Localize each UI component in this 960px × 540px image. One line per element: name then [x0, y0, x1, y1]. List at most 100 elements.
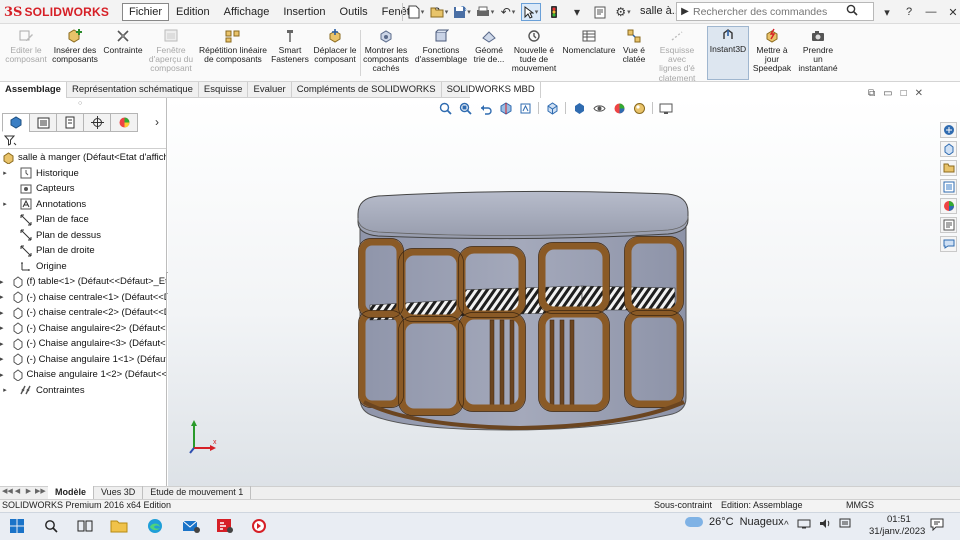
tree-item-capteurs[interactable]: Capteurs [0, 181, 166, 197]
component-preview-button[interactable]: Fenêtre d'aperçu du composant [146, 28, 196, 80]
tab-vues-3d[interactable]: Vues 3D [94, 486, 144, 499]
tab-addins[interactable]: Compléments de SOLIDWORKS [292, 82, 442, 98]
search-scope-icon[interactable]: ▶ [677, 6, 693, 17]
show-hidden-button[interactable]: Montrer les composants cachés [362, 28, 410, 80]
menu-affichage[interactable]: Affichage [217, 3, 277, 21]
file-explorer-icon[interactable] [940, 160, 957, 176]
bom-button[interactable]: Nomenclature [562, 28, 616, 80]
search-taskbar-icon[interactable] [40, 515, 62, 537]
exploded-view-button[interactable]: Vue é clatée [620, 28, 648, 80]
move-component-button[interactable]: Déplacer le composant [312, 28, 358, 80]
design-library-icon[interactable] [940, 141, 957, 157]
configuration-manager-tab-icon[interactable] [56, 113, 84, 132]
viewport-tile-icon[interactable]: ▭ [883, 88, 892, 99]
panel-resize-handle[interactable]: ○ [78, 100, 82, 107]
tree-item-origine[interactable]: Origine [0, 259, 166, 275]
solidworks-logo[interactable]: 3S SOLIDWORKS [4, 3, 109, 21]
dimxpert-tab-icon[interactable] [83, 113, 111, 132]
hide-show-items-icon[interactable] [592, 101, 606, 115]
expand-arrow-icon[interactable]: ▸ [0, 293, 4, 301]
tab-modele[interactable]: Modèle [48, 486, 95, 499]
search-icon[interactable] [843, 4, 861, 19]
view-orientation-icon[interactable] [545, 101, 559, 115]
linear-pattern-button[interactable]: Répétition linéaire de composants [198, 28, 268, 80]
tab-esquisse[interactable]: Esquisse [199, 82, 249, 98]
status-units[interactable]: MMGS [846, 500, 874, 510]
solidworks-taskbar-icon[interactable] [214, 515, 236, 537]
volume-icon[interactable] [819, 518, 831, 532]
expand-arrow-icon[interactable]: ▸ [0, 355, 4, 363]
print-icon[interactable]: ▾ [475, 3, 495, 21]
prev-tab-icon[interactable]: ◀ [13, 487, 22, 495]
instant3d-button[interactable]: Instant3D [707, 26, 749, 80]
section-view-icon[interactable] [498, 101, 512, 115]
update-speedpak-button[interactable]: Mettre à jour Speedpak [752, 28, 792, 80]
assembly-model[interactable] [350, 180, 696, 450]
display-style-icon[interactable] [572, 101, 586, 115]
undo-icon[interactable]: ↶ ▾ [498, 3, 518, 21]
file-properties-icon[interactable] [590, 3, 610, 21]
tab-evaluer[interactable]: Evaluer [248, 82, 292, 98]
zoom-to-fit-icon[interactable] [438, 101, 452, 115]
reference-geometry-button[interactable]: Géomé trie de... [472, 28, 506, 80]
notification-icon[interactable] [930, 518, 944, 534]
appearances-scenes-icon[interactable] [940, 198, 957, 214]
expand-arrow-icon[interactable]: ▸ [0, 324, 4, 332]
expand-arrow-icon[interactable]: ▸ [0, 278, 4, 286]
open-folder-icon[interactable]: ▾ [429, 3, 449, 21]
close-window-icon[interactable]: ✕ [946, 6, 960, 19]
new-document-icon[interactable]: ▾ [406, 3, 426, 21]
assembly-features-button[interactable]: Fonctions d'assemblage [414, 28, 468, 80]
menu-fichier[interactable]: Fichier [122, 3, 170, 21]
chevron-right-icon[interactable]: › [155, 115, 159, 129]
search-input[interactable] [693, 5, 843, 18]
traffic-light-icon[interactable] [544, 3, 564, 21]
viewport-maximize-icon[interactable]: □ [901, 88, 907, 99]
tree-item-chaise-centrale-1[interactable]: ▸ (-) chaise centrale<1> (Défaut<<Dé [0, 290, 166, 306]
clock-time[interactable]: 01:51 [887, 514, 911, 525]
tree-item-plan-de-dessus[interactable]: Plan de dessus [0, 228, 166, 244]
command-search[interactable]: ▶ [676, 2, 874, 21]
task-view-icon[interactable] [74, 515, 96, 537]
menu-insertion[interactable]: Insertion [276, 3, 332, 21]
tree-item-chaise-angulaire-3[interactable]: ▸ (-) Chaise angulaire<3> (Défaut<<D [0, 336, 166, 352]
edge-browser-icon[interactable] [144, 515, 166, 537]
previous-view-icon[interactable] [478, 101, 492, 115]
tree-item-annotations[interactable]: ▸ Annotations [0, 197, 166, 213]
tree-item-chaise-centrale-2[interactable]: ▸ (-) chaise centrale<2> (Défaut<<Dé [0, 305, 166, 321]
solidworks-app-icon[interactable] [248, 515, 270, 537]
menu-edition[interactable]: Edition [169, 3, 217, 21]
take-snapshot-button[interactable]: Prendre un instantané [796, 28, 840, 80]
tray-overflow-icon[interactable]: ^ [784, 520, 789, 531]
forum-icon[interactable] [940, 236, 957, 252]
explode-line-sketch-button[interactable]: Esquisse avec lignes d'é clatement [650, 28, 704, 82]
clock-date[interactable]: 31/janv./2023 [869, 526, 925, 537]
smart-fasteners-button[interactable]: Smart Fasteners [270, 28, 310, 80]
tab-schematic[interactable]: Représentation schématique [67, 82, 199, 98]
zoom-area-icon[interactable] [458, 101, 472, 115]
next-tab-icon[interactable]: ▶ [24, 487, 33, 495]
apply-scene-icon[interactable] [632, 101, 646, 115]
viewport-close-icon[interactable]: ✕ [915, 88, 923, 99]
mate-button[interactable]: Contrainte [102, 28, 144, 80]
rebuild-options-icon[interactable]: ▾ [567, 3, 587, 21]
tree-item-chaise-angulaire-1-1[interactable]: ▸ (-) Chaise angulaire 1<1> (Défaut<- [0, 352, 166, 368]
language-icon[interactable] [839, 518, 851, 532]
options-gear-icon[interactable]: ⚙ ▾ [613, 3, 633, 21]
tab-assemblage[interactable]: Assemblage [0, 82, 67, 98]
first-tab-icon[interactable]: ◀◀ [2, 487, 13, 495]
viewport-restore-icon[interactable]: ⧉ [868, 88, 875, 99]
tree-item-plan-de-face[interactable]: Plan de face [0, 212, 166, 228]
solidworks-resources-icon[interactable] [940, 122, 957, 138]
help-question-icon[interactable]: ? [902, 6, 916, 18]
display-manager-tab-icon[interactable] [110, 113, 138, 132]
expand-arrow-icon[interactable]: ▸ [0, 386, 10, 394]
edit-appearance-icon[interactable] [612, 101, 626, 115]
search-dropdown-icon[interactable]: ▾ [880, 6, 894, 19]
select-pointer-icon[interactable]: ▾ [521, 3, 541, 21]
edit-component-button[interactable]: Editer le composant [5, 28, 47, 80]
network-icon[interactable] [797, 518, 811, 532]
mail-icon[interactable] [180, 515, 202, 537]
tree-item-plan-de-droite[interactable]: Plan de droite [0, 243, 166, 259]
new-motion-study-button[interactable]: Nouvelle é tude de mouvement [510, 28, 558, 80]
